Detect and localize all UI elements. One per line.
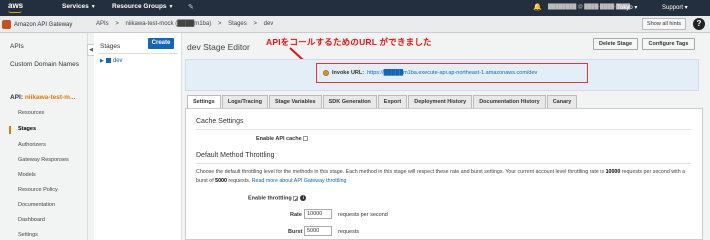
burst-label: Burst bbox=[288, 229, 303, 235]
breadcrumb: APIs > niikawa-test-mock (████m1ba) > St… bbox=[96, 21, 278, 27]
tab-deployment-history[interactable]: Deployment History bbox=[408, 95, 473, 108]
stage-editor: dev Stage Editor APIをコールするためのURL ができました … bbox=[183, 33, 710, 240]
invoke-url-row: Invoke URL: https://█████m1ba.execute-ap… bbox=[323, 70, 537, 76]
top-navigation-bar: aws Services ▼ Resource Groups ▼ ✎ 🔔 █████… bbox=[0, 0, 710, 16]
breadcrumb-api[interactable]: niikawa-test-mock (████m1ba) bbox=[126, 21, 212, 27]
bell-icon[interactable]: 🔔 bbox=[533, 3, 542, 11]
stage-tree-label: dev bbox=[112, 58, 123, 65]
stage-tabs: Settings Logs/Tracing Stage Variables SD… bbox=[187, 95, 578, 108]
page-title: dev Stage Editor bbox=[187, 42, 250, 52]
info-dot-icon bbox=[323, 70, 329, 76]
throttling-docs-link[interactable]: Read more about API Gateway throttling bbox=[252, 178, 347, 184]
aws-logo-text: aws bbox=[8, 1, 24, 10]
nav-custom-domain-names[interactable]: Custom Domain Names bbox=[10, 61, 79, 68]
divider bbox=[196, 163, 691, 164]
breadcrumb-apis[interactable]: APIs bbox=[96, 21, 109, 27]
invoke-url-label: Invoke URL: bbox=[332, 70, 365, 76]
region-label: Tokyo bbox=[617, 5, 633, 11]
rate-unit: requests per second bbox=[338, 212, 388, 218]
resource-groups-label: Resource Groups bbox=[112, 3, 167, 10]
nav-resources[interactable]: Resources bbox=[18, 110, 44, 116]
tab-documentation-history[interactable]: Documentation History bbox=[473, 95, 546, 108]
desc-text-3: requests. bbox=[226, 178, 251, 184]
aws-logo[interactable]: aws bbox=[5, 1, 27, 15]
enable-cache-checkbox[interactable] bbox=[303, 136, 309, 142]
enable-cache-text: Enable API cache bbox=[256, 136, 302, 142]
burst-unit: requests bbox=[338, 229, 360, 235]
desc-text-1: Choose the default throttling level for … bbox=[196, 169, 606, 175]
aws-smile-icon bbox=[8, 10, 22, 13]
breadcrumb-separator: > bbox=[217, 21, 222, 27]
nav-settings[interactable]: Settings bbox=[18, 232, 38, 238]
help-icon[interactable]: ? bbox=[693, 18, 705, 30]
nav-models[interactable]: Models bbox=[18, 172, 36, 178]
service-home-link[interactable]: Amazon API Gateway bbox=[2, 19, 72, 30]
delete-stage-button[interactable]: Delete Stage bbox=[593, 38, 638, 50]
chevron-left-icon: ◀ bbox=[89, 47, 93, 53]
tab-logs-tracing[interactable]: Logs/Tracing bbox=[221, 95, 268, 108]
account-rate: 10000 bbox=[605, 169, 621, 175]
chevron-down-icon: ▼ bbox=[168, 4, 174, 10]
resource-groups-menu[interactable]: Resource Groups ▼ bbox=[112, 3, 174, 10]
enable-throttling-text: Enable throttling bbox=[248, 195, 292, 202]
expand-icon[interactable]: ▶ bbox=[100, 58, 104, 64]
breadcrumb-stages[interactable]: Stages bbox=[228, 21, 247, 27]
stage-tree-item-dev[interactable]: ▶ dev bbox=[100, 58, 123, 64]
breadcrumb-separator: > bbox=[115, 21, 119, 27]
api-prefix: API: bbox=[10, 94, 23, 101]
burst-input[interactable]: 5000 bbox=[304, 226, 332, 236]
divider bbox=[98, 53, 178, 54]
tab-stage-variables[interactable]: Stage Variables bbox=[268, 95, 322, 108]
service-header-bar: Amazon API Gateway APIs > niikawa-test-m… bbox=[0, 16, 710, 33]
api-gateway-icon bbox=[2, 20, 11, 29]
tab-export[interactable]: Export bbox=[377, 95, 408, 108]
throttling-description: Choose the default throttling level for … bbox=[196, 168, 696, 186]
nav-apis[interactable]: APIs bbox=[10, 43, 24, 50]
create-stage-button[interactable]: Create bbox=[148, 38, 174, 49]
throttling-heading: Default Method Throttling bbox=[196, 152, 275, 159]
breadcrumb-separator: > bbox=[253, 21, 257, 27]
region-menu[interactable]: Tokyo ▾ bbox=[617, 4, 637, 11]
pin-icon[interactable]: ✎ bbox=[188, 3, 194, 11]
rate-input[interactable]: 10000 bbox=[304, 209, 332, 219]
service-name: Amazon API Gateway bbox=[14, 21, 73, 28]
nav-dashboard[interactable]: Dashboard bbox=[18, 217, 45, 223]
active-indicator bbox=[9, 126, 11, 134]
nav-authorizers[interactable]: Authorizers bbox=[18, 142, 46, 148]
tab-settings[interactable]: Settings bbox=[187, 95, 221, 108]
api-name[interactable]: niikawa-test-m... bbox=[25, 94, 76, 101]
support-label: Support bbox=[662, 5, 684, 11]
tab-sdk-generation[interactable]: SDK Generation bbox=[322, 95, 377, 108]
nav-resource-policy[interactable]: Resource Policy bbox=[18, 187, 58, 193]
cache-settings-heading: Cache Settings bbox=[196, 118, 244, 125]
services-label: Services bbox=[62, 3, 89, 10]
stages-panel: Stages Create ▶ dev bbox=[94, 33, 182, 240]
divider bbox=[196, 129, 691, 130]
stages-panel-title: Stages bbox=[100, 43, 121, 50]
nav-api-title: API: niikawa-test-m... bbox=[10, 94, 75, 101]
services-menu[interactable]: Services ▼ bbox=[62, 3, 96, 10]
show-all-hints-button[interactable]: Show all hints bbox=[642, 18, 686, 30]
chevron-down-icon: ▼ bbox=[90, 4, 96, 10]
info-icon[interactable]: i bbox=[300, 195, 307, 201]
support-menu[interactable]: Support ▾ bbox=[662, 4, 688, 11]
settings-panel: Cache Settings Enable API cache Default … bbox=[185, 108, 703, 240]
account-burst: 5000 bbox=[215, 178, 227, 184]
enable-throttling-label: Enable throttling ✓ i bbox=[248, 195, 307, 203]
tab-canary[interactable]: Canary bbox=[546, 95, 578, 108]
invoke-url-link[interactable]: https://█████m1ba.execute-api.ap-northea… bbox=[367, 70, 537, 76]
nav-documentation[interactable]: Documentation bbox=[18, 202, 55, 208]
nav-gateway-responses[interactable]: Gateway Responses bbox=[18, 157, 69, 163]
enable-cache-label: Enable API cache bbox=[256, 136, 309, 142]
configure-tags-button[interactable]: Configure Tags bbox=[642, 38, 695, 50]
enable-throttling-checkbox[interactable]: ✓ bbox=[293, 195, 299, 203]
rate-label: Rate bbox=[290, 212, 302, 218]
breadcrumb-dev: dev bbox=[263, 21, 274, 27]
left-navigation: APIs Custom Domain Names API: niikawa-te… bbox=[0, 33, 88, 240]
stage-icon bbox=[105, 58, 111, 63]
nav-stages[interactable]: Stages bbox=[18, 126, 36, 132]
